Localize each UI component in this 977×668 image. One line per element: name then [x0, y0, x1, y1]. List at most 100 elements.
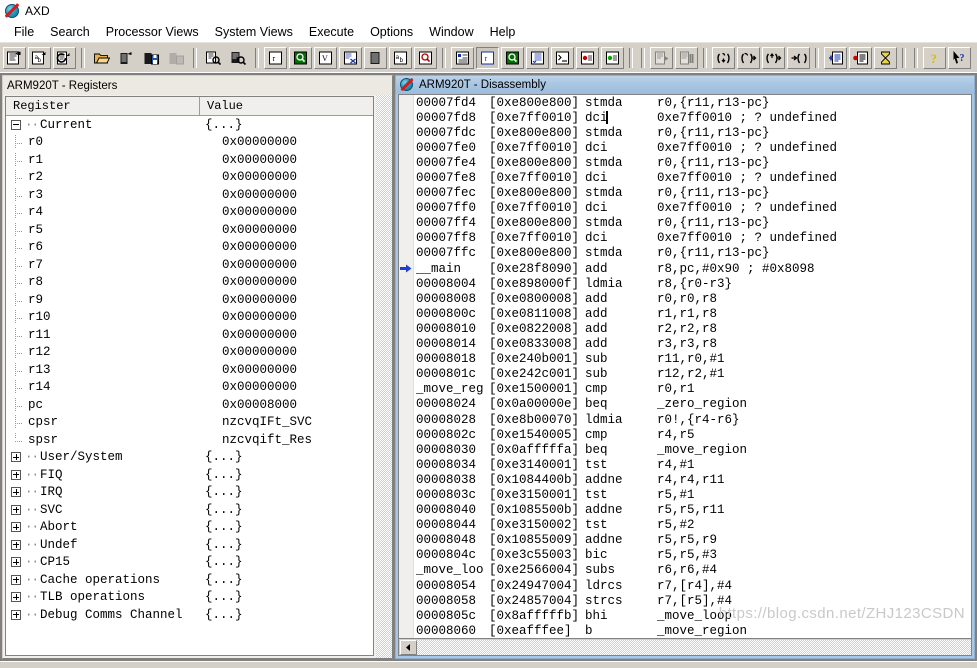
low-level-symbols-icon[interactable]: ab — [389, 46, 412, 69]
table-row[interactable]: r9 0x00000000 — [6, 291, 373, 309]
breakpoints-view-icon[interactable] — [576, 46, 599, 69]
help-icon[interactable]: ? — [923, 46, 946, 69]
variables-view-icon[interactable]: V — [314, 46, 337, 69]
table-row[interactable]: 00008038 [0x1084400b] addne r4,r4,r11 — [399, 472, 971, 487]
table-row[interactable]: ·· CP15 {...} — [6, 554, 373, 572]
table-row[interactable]: 00008008 [0xe0800008] add r0,r0,r8 — [399, 291, 971, 306]
step-in-icon[interactable] — [712, 46, 735, 69]
menu-system-views[interactable]: System Views — [207, 23, 301, 41]
table-row[interactable]: 00008018 [0xe240b001] sub r11,r0,#1 — [399, 352, 971, 367]
tree-expander-plus[interactable] — [11, 557, 21, 568]
table-row[interactable]: ·· FIQ {...} — [6, 466, 373, 484]
disassembly-window[interactable]: ARM920T - Disassembly 00007fd4 [0xe800e80… — [395, 75, 975, 659]
tree-expander-plus[interactable] — [11, 522, 21, 533]
tree-expander-plus[interactable] — [11, 504, 21, 515]
table-row[interactable]: 00008060 [0xeafffee] b _move_region — [399, 623, 971, 638]
table-row[interactable]: 00008028 [0xe8b00070] ldmia r0!,{r4-r6} — [399, 412, 971, 427]
memory-view-icon[interactable] — [289, 46, 312, 69]
watchpoints-view-icon[interactable] — [601, 46, 624, 69]
table-row[interactable]: 00007fe4 [0xe800e800] stmda r0,{r11,r13-pc} — [399, 155, 971, 170]
registers-window-title-bar[interactable]: ARM920T - Registers — [3, 76, 392, 95]
tree-expander-plus[interactable] — [11, 609, 21, 620]
console-view-icon[interactable] — [551, 46, 574, 69]
watch-view-icon[interactable] — [339, 46, 362, 69]
disassembly-listing[interactable]: 00007fd4 [0xe800e800] stmda r0,{r11,r13-pc}… — [398, 94, 972, 656]
table-row[interactable]: _move_reg [0xe1500001] cmp r0,r1 — [399, 382, 971, 397]
find-next-icon[interactable] — [227, 46, 250, 69]
table-row[interactable]: r13 0x00000000 — [6, 361, 373, 379]
table-row[interactable]: 00008030 [0x0afffffa] beq _move_region — [399, 442, 971, 457]
table-row[interactable]: 00008048 [0x10855009] addne r5,r5,r9 — [399, 533, 971, 548]
registers-window[interactable]: ARM920T - Registers Register Value ·· Cur… — [2, 75, 393, 659]
table-row[interactable]: 0000803c [0xe3150001] tst r5,#1 — [399, 487, 971, 502]
table-row[interactable]: ·· SVC {...} — [6, 501, 373, 519]
column-header-register[interactable]: Register — [6, 97, 200, 115]
reload-image-icon[interactable] — [53, 46, 76, 69]
table-row[interactable]: r7 0x00000000 — [6, 256, 373, 274]
table-row[interactable]: r2 0x00000000 — [6, 169, 373, 187]
output-view-icon[interactable] — [526, 46, 549, 69]
table-row[interactable]: 00007ffc [0xe800e800] stmda r0,{r11,r13-pc} — [399, 246, 971, 261]
table-row[interactable]: 0000800c [0xe0811008] add r1,r1,r8 — [399, 306, 971, 321]
table-row[interactable]: ·· Debug Comms Channel {...} — [6, 606, 373, 624]
table-row[interactable]: spsr nzcvqift_Res — [6, 431, 373, 449]
table-row[interactable]: r12 0x00000000 — [6, 344, 373, 362]
table-row[interactable]: r14 0x00000000 — [6, 379, 373, 397]
table-row[interactable]: cpsr nzcvqIFt_SVC — [6, 414, 373, 432]
registers-view-icon[interactable]: r — [264, 46, 287, 69]
table-row[interactable]: ·· TLB operations {...} — [6, 589, 373, 607]
table-row[interactable]: 00008024 [0x0a00000e] beq _zero_region — [399, 397, 971, 412]
table-row[interactable]: ·· Current {...} — [6, 116, 373, 134]
table-row[interactable]: r3 0x00000000 — [6, 186, 373, 204]
column-header-value[interactable]: Value — [200, 97, 373, 115]
stack-view-icon[interactable] — [364, 46, 387, 69]
table-row[interactable]: 00008004 [0xe898000f] ldmia r8,{r0-r3} — [399, 276, 971, 291]
table-row[interactable]: 0000802c [0xe1540005] cmp r4,r5 — [399, 427, 971, 442]
disassembly-horizontal-scrollbar[interactable] — [399, 638, 971, 655]
table-row[interactable]: 00008058 [0x24857004] strcs r7,[r5],#4 — [399, 593, 971, 608]
table-row[interactable]: 00008054 [0x24947004] ldrcs r7,[r4],#4 — [399, 578, 971, 593]
table-row[interactable]: 00008040 [0x1085500b] addne r5,r5,r11 — [399, 503, 971, 518]
run-to-cursor-icon[interactable] — [787, 46, 810, 69]
table-row[interactable]: r1 0x00000000 — [6, 151, 373, 169]
table-row[interactable]: r8 0x00000000 — [6, 274, 373, 292]
registers-vertical-scrollbar[interactable] — [376, 95, 392, 658]
current-instruction-row[interactable]: __main [0xe28f8090] add r8,pc,#0x90 ; #0x80… — [399, 261, 971, 276]
menu-execute[interactable]: Execute — [301, 23, 362, 41]
memory-map-icon[interactable] — [501, 46, 524, 69]
menu-processor-views[interactable]: Processor Views — [98, 23, 207, 41]
table-row[interactable]: 0000801c [0xe242c001] sub r12,r2,#1 — [399, 367, 971, 382]
table-row[interactable]: r4 0x00000000 — [6, 204, 373, 222]
table-row[interactable]: 0000804c [0xe3c55003] bic r5,r5,#3 — [399, 548, 971, 563]
load-session-icon[interactable] — [115, 46, 138, 69]
table-row[interactable]: 00008010 [0xe0822008] add r2,r2,r8 — [399, 321, 971, 336]
tree-expander-plus[interactable] — [11, 539, 21, 550]
step-out-icon[interactable] — [762, 46, 785, 69]
menu-search[interactable]: Search — [42, 23, 98, 41]
menu-window[interactable]: Window — [421, 23, 481, 41]
disassembly-view-icon[interactable]: r — [476, 46, 499, 69]
disassembly-window-title-bar[interactable]: ARM920T - Disassembly — [395, 75, 975, 94]
tree-expander-plus[interactable] — [11, 487, 21, 498]
table-row[interactable]: 00007ff0 [0xe7ff0010] dci 0xe7ff0010 ; ? un… — [399, 201, 971, 216]
menu-options[interactable]: Options — [362, 23, 421, 41]
tree-expander-plus[interactable] — [11, 592, 21, 603]
scrollbar-track[interactable] — [417, 639, 971, 655]
table-row[interactable]: 00007fe8 [0xe7ff0010] dci 0xe7ff0010 ; ? un… — [399, 170, 971, 185]
table-row[interactable]: 0000805c [0x8afffffb] bhi _move_loop — [399, 608, 971, 623]
source-view-icon[interactable] — [451, 46, 474, 69]
toggle-breakpoint-icon[interactable] — [824, 46, 847, 69]
table-row[interactable]: r6 0x00000000 — [6, 239, 373, 257]
tree-expander-plus[interactable] — [11, 469, 21, 480]
table-row[interactable]: 00007fd4 [0xe800e800] stmda r0,{r11,r13-pc} — [399, 95, 971, 110]
table-row[interactable]: ·· Undef {...} — [6, 536, 373, 554]
load-image-icon[interactable] — [3, 46, 26, 69]
table-row[interactable]: r0 0x00000000 — [6, 134, 373, 152]
table-row[interactable]: pc 0x00008000 — [6, 396, 373, 414]
table-row[interactable]: _move_loo [0xe2566004] subs r6,r6,#4 — [399, 563, 971, 578]
table-row[interactable]: ·· Cache operations {...} — [6, 571, 373, 589]
table-row[interactable]: 00007fd8 [0xe7ff0010] dci 0xe7ff0010 ; ? un… — [399, 110, 971, 125]
toggle-watchpoint-icon[interactable] — [849, 46, 872, 69]
open-file-icon[interactable] — [90, 46, 113, 69]
context-icon[interactable] — [874, 46, 897, 69]
